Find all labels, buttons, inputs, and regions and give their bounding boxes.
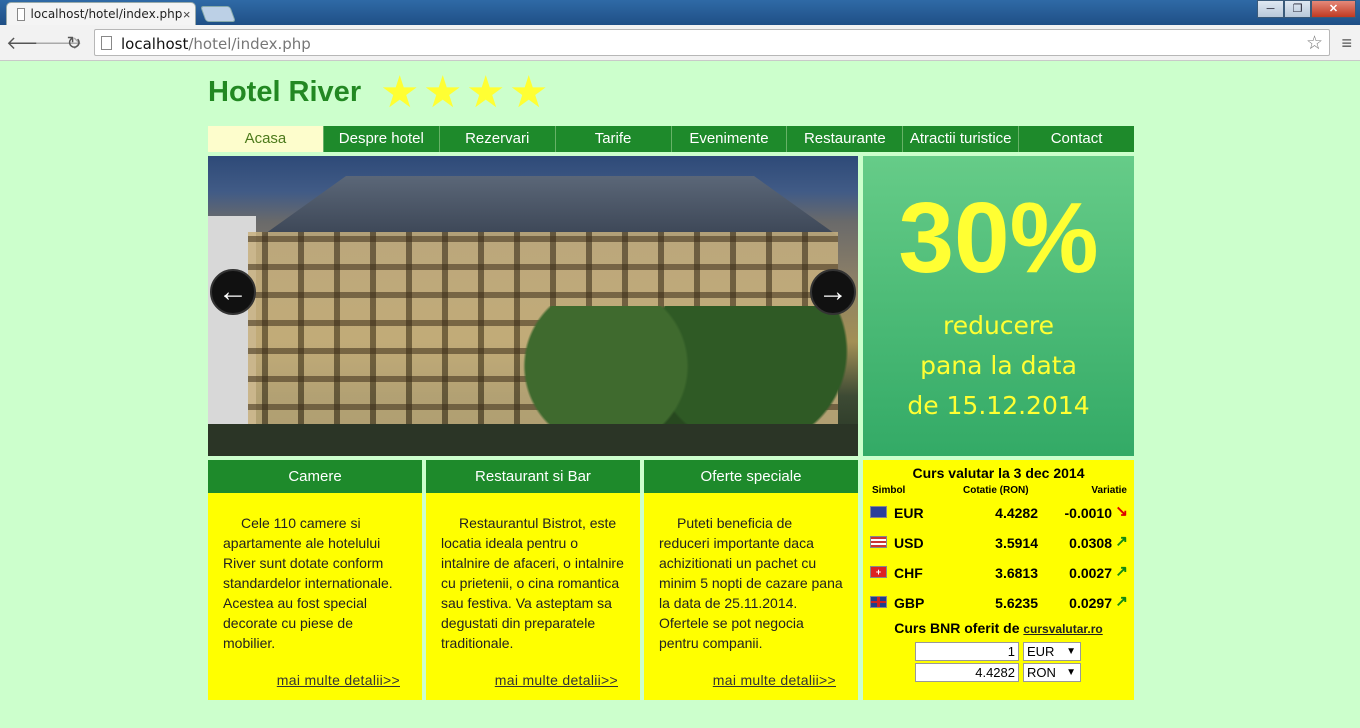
- back-arrow-icon[interactable]: 🡐: [6, 31, 54, 55]
- bnr-credit-text: Curs BNR oferit de: [894, 620, 1020, 636]
- nav-item-despre-hotel[interactable]: Despre hotel: [324, 126, 440, 152]
- convert-amount-input[interactable]: 1: [915, 642, 1019, 661]
- reload-icon[interactable]: ↻: [62, 31, 86, 55]
- bnr-credit: Curs BNR oferit de cursvalutar.ro: [863, 620, 1134, 636]
- address-bar[interactable]: localhost/hotel/index.php ☆: [94, 29, 1330, 56]
- info-box-oferte: Oferte speciale Puteti beneficia de redu…: [644, 460, 858, 700]
- maximize-button[interactable]: ❐: [1284, 0, 1311, 18]
- currency-change: 0.0027: [1069, 565, 1112, 581]
- more-details-link[interactable]: mai multe detalii>>: [713, 672, 836, 688]
- currency-row: + CHF 3.6813 0.0027 ↗: [863, 562, 1134, 584]
- currency-change: 0.0308: [1069, 535, 1112, 551]
- star-icon: ★: [509, 68, 549, 117]
- convert-to-select[interactable]: RON ▼: [1023, 663, 1081, 682]
- main-nav: Acasa Despre hotel Rezervari Tarife Even…: [208, 126, 1134, 152]
- currency-row: GBP 5.6235 0.0297 ↗: [863, 592, 1134, 614]
- more-details-link[interactable]: mai multe detalii>>: [495, 672, 618, 688]
- eu-flag-icon: [870, 506, 887, 518]
- discount-line-2: pana la data: [920, 351, 1077, 380]
- currency-symbol: USD: [894, 535, 924, 551]
- currency-row: EUR 4.4282 -0.0010 ↘: [863, 502, 1134, 524]
- site-title: Hotel River: [208, 76, 362, 108]
- nav-item-contact[interactable]: Contact: [1019, 126, 1134, 152]
- window-controls: ─ ❐ ✕: [1257, 0, 1356, 18]
- currency-rate: 3.6813: [995, 565, 1038, 581]
- hotel-photo-slider: ← →: [208, 156, 858, 456]
- nav-item-acasa[interactable]: Acasa: [208, 126, 324, 152]
- photo-roof: [262, 176, 838, 236]
- currency-rate: 4.4282: [995, 505, 1038, 521]
- star-icon: ★: [466, 68, 506, 117]
- slider-prev-arrow-icon[interactable]: ←: [210, 269, 256, 315]
- info-box-text: Puteti beneficia de reduceri importante …: [659, 515, 843, 651]
- url-text[interactable]: localhost/hotel/index.php: [121, 35, 311, 53]
- chevron-down-icon: ▼: [1066, 646, 1076, 657]
- trend-up-icon: ↗: [1115, 593, 1128, 610]
- forward-arrow-icon[interactable]: 🡒: [34, 31, 82, 55]
- browser-toolbar: 🡐 🡒 ↻ localhost/hotel/index.php ☆ ≡: [0, 25, 1360, 61]
- currency-row: USD 3.5914 0.0308 ↗: [863, 532, 1134, 554]
- page-favicon-icon: [17, 7, 25, 21]
- currency-symbol: GBP: [894, 595, 925, 611]
- nav-item-tarife[interactable]: Tarife: [556, 126, 672, 152]
- bookmark-star-icon[interactable]: ☆: [1306, 32, 1323, 55]
- hotel-rating: ★ ★ ★ ★: [380, 70, 552, 116]
- info-box-restaurant: Restaurant si Bar Restaurantul Bistrot, …: [426, 460, 640, 700]
- info-box-camere: Camere Cele 110 camere si apartamente al…: [208, 460, 422, 700]
- browser-tab[interactable]: localhost/hotel/index.php ×: [6, 2, 196, 25]
- us-flag-icon: [870, 536, 887, 548]
- currency-change: 0.0297: [1069, 595, 1112, 611]
- nav-item-restaurante[interactable]: Restaurante: [787, 126, 904, 152]
- page-icon: [101, 36, 112, 50]
- tab-title: localhost/hotel/index.php: [30, 7, 183, 21]
- cursvalutar-link[interactable]: cursvalutar.ro: [1023, 622, 1102, 636]
- currency-col-symbol: Simbol: [872, 485, 906, 496]
- convert-to-value: RON: [1027, 665, 1056, 680]
- close-window-button[interactable]: ✕: [1311, 0, 1356, 18]
- discount-banner[interactable]: 30% reducere pana la data de 15.12.2014: [863, 156, 1134, 456]
- gb-flag-icon: [870, 596, 887, 608]
- info-box-title: Oferte speciale: [644, 460, 858, 493]
- slider-next-arrow-icon[interactable]: →: [810, 269, 856, 315]
- minimize-button[interactable]: ─: [1257, 0, 1284, 18]
- trend-up-icon: ↗: [1115, 533, 1128, 550]
- trend-down-icon: ↘: [1115, 503, 1128, 520]
- browser-menu-icon[interactable]: ≡: [1341, 33, 1352, 54]
- url-host: localhost: [121, 35, 189, 53]
- ch-flag-icon: +: [870, 566, 887, 578]
- new-tab-button[interactable]: [200, 6, 236, 22]
- discount-line-1: reducere: [942, 311, 1055, 340]
- currency-widget: Curs valutar la 3 dec 2014 Simbol Cotati…: [863, 460, 1134, 700]
- nav-item-evenimente[interactable]: Evenimente: [672, 126, 788, 152]
- currency-symbol: EUR: [894, 505, 924, 521]
- star-icon: ★: [423, 68, 463, 117]
- star-icon: ★: [380, 68, 420, 117]
- nav-item-rezervari[interactable]: Rezervari: [440, 126, 556, 152]
- browser-titlebar: localhost/hotel/index.php × ─ ❐ ✕: [0, 0, 1360, 25]
- info-box-text: Restaurantul Bistrot, este locatia ideal…: [441, 515, 624, 651]
- chevron-down-icon: ▼: [1066, 667, 1076, 678]
- trend-up-icon: ↗: [1115, 563, 1128, 580]
- currency-change: -0.0010: [1064, 505, 1112, 521]
- currency-col-change: Variatie: [1091, 485, 1127, 496]
- convert-from-select[interactable]: EUR ▼: [1023, 642, 1081, 661]
- currency-symbol: CHF: [894, 565, 923, 581]
- convert-from-value: EUR: [1027, 644, 1055, 659]
- nav-item-atractii-turistice[interactable]: Atractii turistice: [903, 126, 1020, 152]
- info-box-text: Cele 110 camere si apartamente ale hotel…: [223, 515, 393, 651]
- discount-line-3: de 15.12.2014: [907, 391, 1090, 420]
- tab-close-icon[interactable]: ×: [182, 7, 191, 22]
- url-path: /hotel/index.php: [188, 35, 311, 53]
- photo-street: [208, 424, 858, 456]
- currency-rate: 5.6235: [995, 595, 1038, 611]
- currency-title: Curs valutar la 3 dec 2014: [912, 465, 1085, 481]
- currency-col-rate: Cotatie (RON): [963, 485, 1029, 496]
- convert-result-input[interactable]: 4.4282: [915, 663, 1019, 682]
- more-details-link[interactable]: mai multe detalii>>: [277, 672, 400, 688]
- info-box-title: Camere: [208, 460, 422, 493]
- info-box-title: Restaurant si Bar: [426, 460, 640, 493]
- currency-rate: 3.5914: [995, 535, 1038, 551]
- discount-percent: 30%: [898, 182, 1099, 294]
